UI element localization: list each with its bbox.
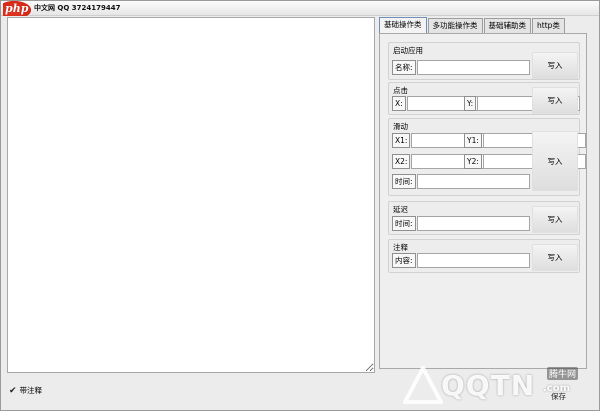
group-title-delay: 延迟: [393, 205, 408, 214]
group-delay: 延迟 时间: 写入: [388, 201, 580, 235]
watermark-logo-icon: [403, 366, 443, 404]
group-title-click: 点击: [393, 86, 408, 95]
delay-time-label: 时间:: [392, 216, 416, 231]
swipe-y2-label: Y2:: [464, 154, 482, 169]
swipe-time-label: 时间:: [392, 174, 416, 189]
tab-basic-ops[interactable]: 基础操作类: [379, 17, 427, 33]
tab-multi-ops[interactable]: 多功能操作类: [427, 18, 483, 33]
launch-name-label: 名称:: [392, 60, 416, 75]
launch-name-field: 名称:: [392, 60, 530, 75]
swipe-time-field: 时间:: [392, 174, 530, 189]
script-editor[interactable]: [7, 17, 375, 373]
with-comment-label: 带注释: [19, 386, 43, 395]
swipe-x1-field: X1:: [392, 133, 515, 148]
click-write-button[interactable]: 写入: [532, 87, 578, 114]
tab-http[interactable]: http类: [532, 18, 565, 33]
watermark-overlay: QQTN .com 腾牛网 保存: [401, 363, 591, 409]
app-window: php 中文网 QQ 3724179447 ✔ 带注释 基础操作类 多功能操作类…: [0, 0, 600, 411]
group-title-comment: 注释: [393, 243, 408, 252]
launch-write-button[interactable]: 写入: [532, 52, 578, 79]
comment-content-label: 内容:: [392, 253, 416, 268]
tab-bar: 基础操作类 多功能操作类 基础辅助类 http类: [379, 17, 565, 33]
comment-content-input[interactable]: [416, 253, 530, 268]
group-title-swipe: 滑动: [393, 122, 408, 131]
swipe-x1-label: X1:: [392, 133, 411, 148]
click-y-label: Y:: [464, 96, 477, 111]
watermark-suffix: .com: [543, 383, 571, 394]
group-comment: 注释 内容: 写入: [388, 239, 580, 273]
swipe-y2-field: Y2:: [464, 154, 586, 169]
swipe-y1-field: Y1:: [464, 133, 586, 148]
save-button-label[interactable]: 保存: [551, 391, 566, 402]
group-title-launch: 启动应用: [393, 46, 423, 55]
tab-panel-basic-ops: 启动应用 名称: 写入 点击 X: Y: 写入 滑动 X1: Y1: X2: Y…: [379, 33, 587, 369]
click-y-field: Y:: [464, 96, 581, 111]
delay-time-input[interactable]: [416, 216, 530, 231]
comment-write-button[interactable]: 写入: [532, 244, 578, 271]
group-swipe: 滑动 X1: Y1: X2: Y2: 时间: 写入: [388, 118, 586, 196]
swipe-time-input[interactable]: [416, 174, 530, 189]
with-comment-checkbox[interactable]: ✔ 带注释: [9, 385, 42, 396]
tab-basic-helpers[interactable]: 基础辅助类: [483, 18, 531, 33]
delay-write-button[interactable]: 写入: [532, 206, 578, 233]
launch-name-input[interactable]: [416, 60, 530, 75]
watermark-brand: QQTN: [441, 369, 536, 402]
window-title: 中文网 QQ 3724179447: [34, 4, 121, 12]
swipe-y1-label: Y1:: [464, 133, 482, 148]
swipe-x2-label: X2:: [392, 154, 411, 169]
click-x-field: X:: [392, 96, 510, 111]
swipe-x2-field: X2:: [392, 154, 515, 169]
title-bar: php 中文网 QQ 3724179447: [1, 1, 599, 16]
checkmark-icon: ✔: [9, 385, 17, 396]
delay-time-field: 时间:: [392, 216, 530, 231]
click-x-label: X:: [392, 96, 406, 111]
group-click: 点击 X: Y: 写入: [388, 82, 581, 115]
app-logo: php: [3, 1, 31, 16]
comment-content-field: 内容:: [392, 253, 530, 268]
swipe-write-button[interactable]: 写入: [532, 131, 578, 191]
group-launch-app: 启动应用 名称: 写入: [388, 42, 580, 80]
